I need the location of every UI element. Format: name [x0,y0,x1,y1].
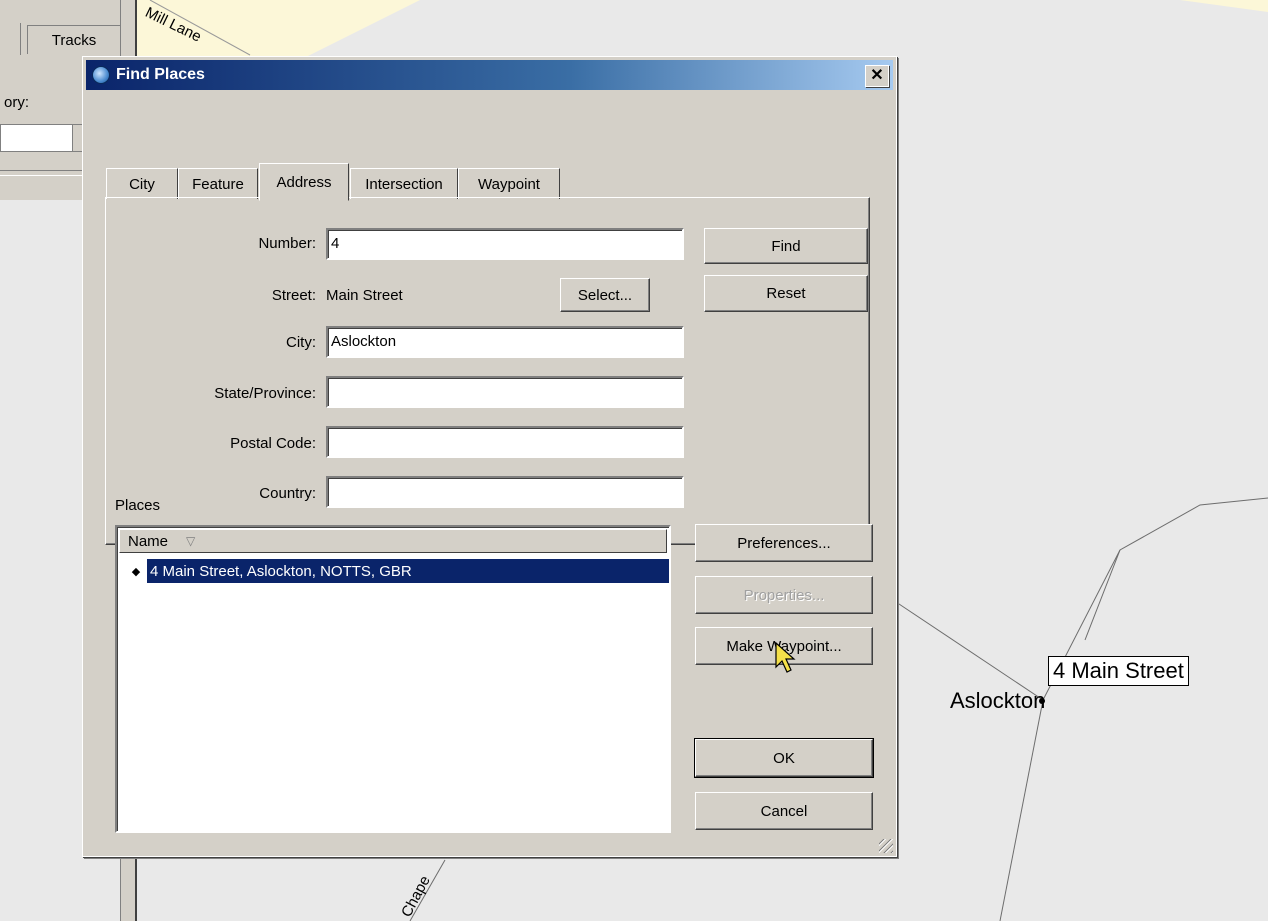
category-label: ory: [4,94,30,111]
number-label: Number: [258,235,316,252]
state-field[interactable] [326,376,684,408]
map-town-label: Aslockton [950,688,1046,713]
select-street-button[interactable]: Select... [560,278,650,312]
tab-feature[interactable]: Feature [178,168,258,199]
street-label: Street: [271,287,316,304]
column-header-name[interactable]: Name ▽ [119,529,667,553]
places-list[interactable]: Name ▽ ◆ 4 Main Street, Aslockton, NOTTS… [115,525,671,833]
tab-tracks[interactable]: Tracks [27,25,121,54]
properties-button[interactable]: Properties... [695,576,873,614]
reset-button[interactable]: Reset [704,275,868,312]
column-header-label: Name [128,532,169,550]
close-button[interactable]: ✕ [865,65,889,87]
dialog-titlebar[interactable]: Find Places ✕ [86,60,893,90]
number-field[interactable]: 4 [326,228,684,260]
tab-waypoint[interactable]: Waypoint [458,168,560,199]
list-item[interactable]: ◆ 4 Main Street, Aslockton, NOTTS, GBR [125,559,669,583]
ok-button[interactable]: OK [694,738,874,778]
globe-icon [92,66,110,84]
cancel-button[interactable]: Cancel [695,792,873,830]
resize-grip-icon[interactable] [879,839,893,853]
category-combobox[interactable] [0,124,86,152]
address-tab-panel: Number: 4 Street: Main Street Select... … [105,197,870,545]
country-field[interactable] [326,476,684,508]
postal-code-field[interactable] [326,426,684,458]
sort-descending-icon: ▽ [186,534,196,548]
tab-city[interactable]: City [106,168,178,199]
tab-address[interactable]: Address [259,163,349,201]
places-label: Places [115,497,161,514]
tab-intersection[interactable]: Intersection [350,168,458,199]
map-address-callout: 4 Main Street [1048,656,1189,686]
state-label: State/Province: [214,385,316,402]
postal-code-label: Postal Code: [230,435,316,452]
dialog-title: Find Places [116,66,205,83]
background-tab-partial[interactable] [0,23,21,55]
street-value: Main Street [326,287,403,304]
city-label: City: [286,334,316,351]
find-places-dialog: Find Places ✕ City Feature Address Inter… [82,56,897,857]
find-button[interactable]: Find [704,228,868,264]
mouse-pointer-icon [775,641,796,673]
list-item-label: 4 Main Street, Aslockton, NOTTS, GBR [147,559,669,583]
city-field[interactable]: Aslockton [326,326,684,358]
place-bullet-icon: ◆ [131,565,141,578]
preferences-button[interactable]: Preferences... [695,524,873,562]
